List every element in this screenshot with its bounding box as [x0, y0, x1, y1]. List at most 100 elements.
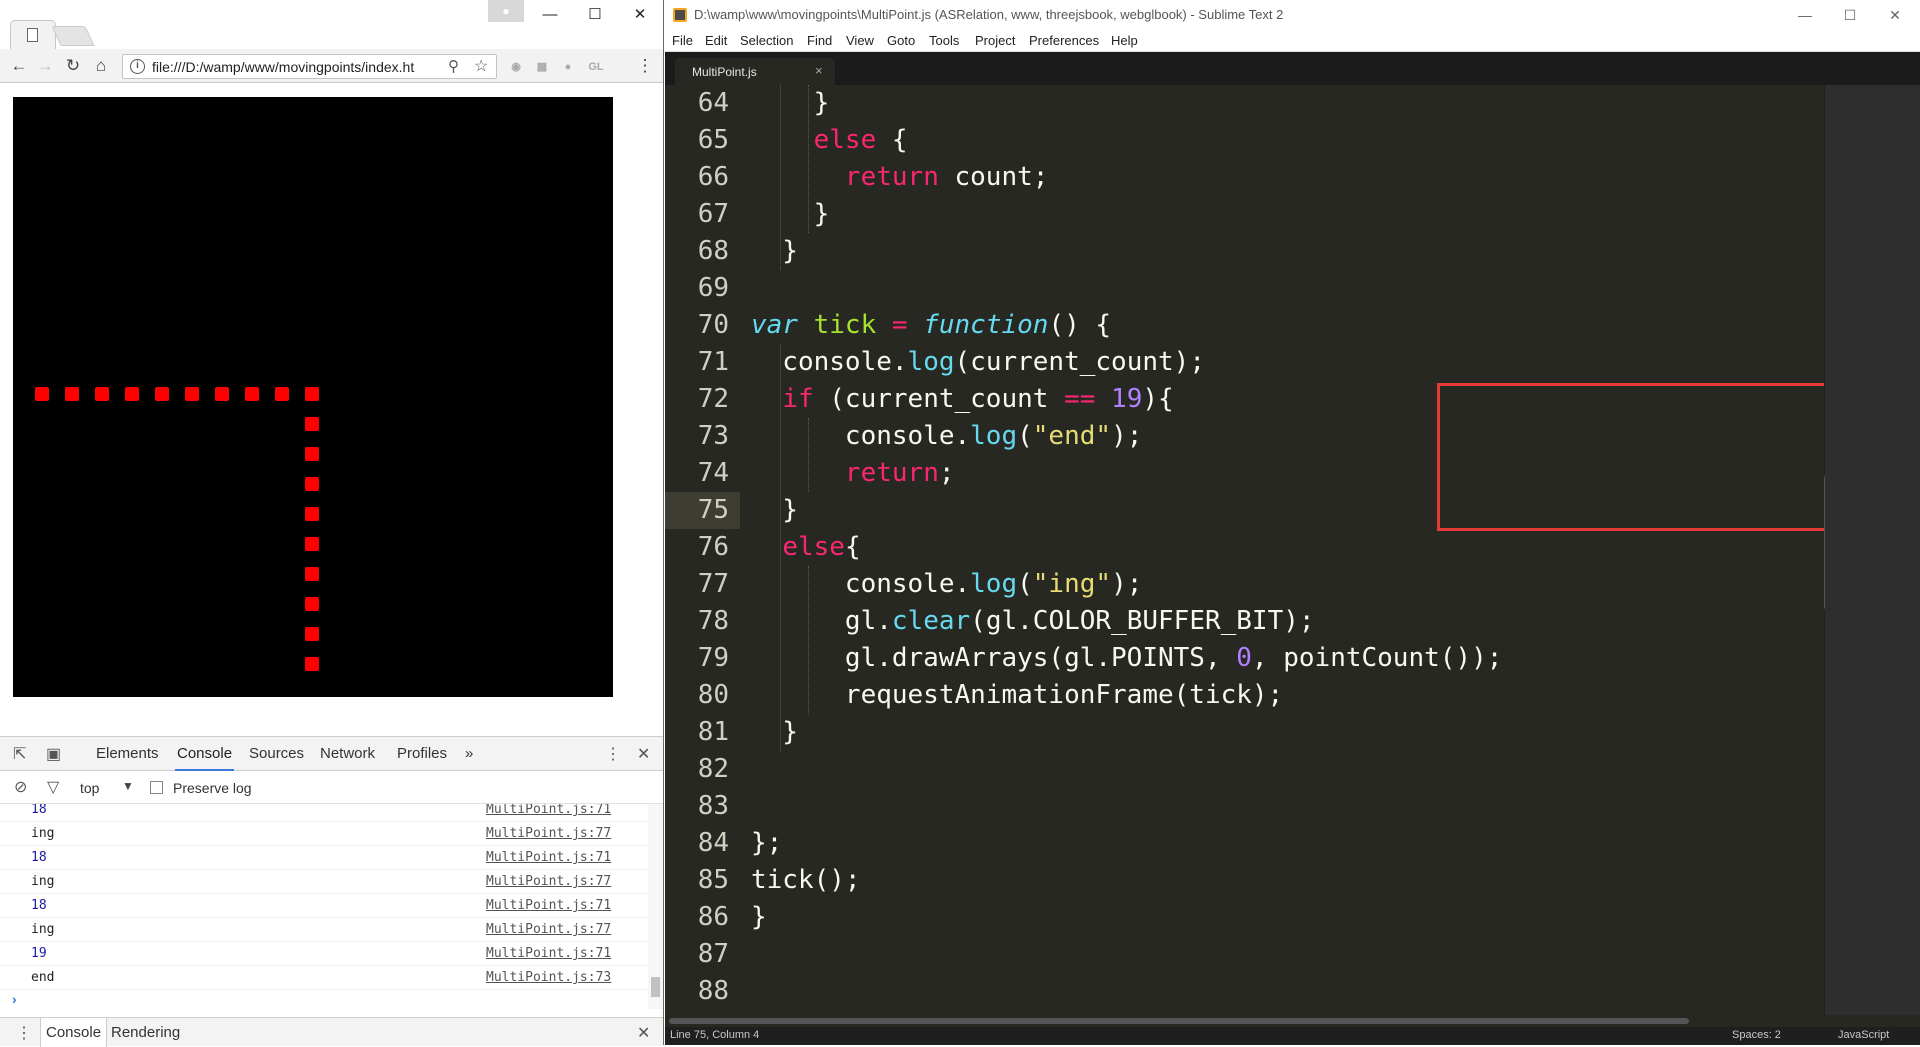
scrollbar-thumb[interactable]: [669, 1018, 1689, 1024]
drawer-menu-icon[interactable]: ⋮: [16, 1023, 32, 1043]
webgl-point: [305, 597, 319, 611]
url-text[interactable]: file:///D:/wamp/www/movingpoints/index.h…: [152, 59, 437, 75]
code-line[interactable]: }: [751, 899, 767, 936]
log-source-link[interactable]: MultiPoint.js:71: [486, 898, 611, 913]
address-bar[interactable]: i file:///D:/wamp/www/movingpoints/index…: [122, 54, 497, 79]
code-line[interactable]: gl.drawArrays(gl.POINTS, 0, pointCount()…: [751, 640, 1502, 677]
scrollbar-thumb[interactable]: [651, 977, 660, 997]
clear-console-icon[interactable]: ⊘: [14, 777, 27, 797]
syntax-status[interactable]: JavaScript: [1838, 1029, 1889, 1041]
code-line[interactable]: requestAnimationFrame(tick);: [751, 677, 1283, 714]
code-line[interactable]: else{: [751, 529, 860, 566]
code-line[interactable]: return;: [751, 455, 955, 492]
shield-extension-icon[interactable]: ◉: [508, 59, 524, 75]
log-source-link[interactable]: MultiPoint.js:77: [486, 874, 611, 889]
tab-sources[interactable]: Sources: [249, 745, 304, 762]
maximize-button[interactable]: ☐: [572, 0, 618, 30]
context-select[interactable]: top: [80, 780, 99, 796]
log-source-link[interactable]: MultiPoint.js:77: [486, 826, 611, 841]
maximize-button[interactable]: ☐: [1827, 0, 1873, 30]
close-button[interactable]: ✕: [617, 0, 663, 30]
menu-help[interactable]: Help: [1111, 33, 1138, 48]
minimap[interactable]: [1825, 85, 1920, 1015]
menu-edit[interactable]: Edit: [705, 33, 727, 48]
code-line[interactable]: }: [751, 85, 830, 122]
code-line[interactable]: console.log("end");: [751, 418, 1142, 455]
menu-find[interactable]: Find: [807, 33, 832, 48]
log-message: 18: [31, 804, 47, 817]
user-profile-icon[interactable]: ●: [488, 0, 524, 22]
tab-network[interactable]: Network: [320, 745, 375, 762]
log-source-link[interactable]: MultiPoint.js:71: [486, 946, 611, 961]
code-editor[interactable]: 64 65 66 67 68 69 70 71 72 73 74 75 76 77 78 79 80 81 82 83…: [665, 85, 1825, 1015]
code-line[interactable]: };: [751, 825, 782, 862]
indentation-status[interactable]: Spaces: 2: [1732, 1029, 1781, 1041]
code-line[interactable]: }: [751, 492, 798, 529]
log-message: 18: [31, 898, 47, 913]
webgl-point: [65, 387, 79, 401]
close-button[interactable]: ✕: [1872, 0, 1918, 30]
tab-profiles[interactable]: Profiles: [397, 745, 447, 762]
qr-extension-icon[interactable]: ▦: [534, 59, 550, 75]
minimize-button[interactable]: —: [527, 0, 573, 30]
preserve-log-checkbox[interactable]: [150, 781, 163, 794]
console-scrollbar[interactable]: [648, 804, 663, 1009]
code-line[interactable]: console.log("ing");: [751, 566, 1142, 603]
zoom-icon[interactable]: ⚲: [448, 57, 459, 75]
info-icon[interactable]: i: [130, 59, 145, 74]
devtools-menu-icon[interactable]: ⋮: [605, 744, 621, 764]
menu-icon[interactable]: ⋮: [634, 55, 656, 77]
line-number: 83: [697, 791, 729, 821]
inspect-element-icon[interactable]: ⇱: [13, 744, 26, 764]
code-line[interactable]: gl.clear(gl.COLOR_BUFFER_BIT);: [751, 603, 1315, 640]
more-tabs-icon[interactable]: »: [465, 745, 473, 762]
browser-toolbar: ← → ↻ ⌂ i file:///D:/wamp/www/movingpoin…: [0, 49, 663, 83]
menu-goto[interactable]: Goto: [887, 33, 915, 48]
back-icon[interactable]: ←: [8, 55, 30, 77]
log-source-link[interactable]: MultiPoint.js:77: [486, 922, 611, 937]
drawer-close-icon[interactable]: ✕: [637, 1023, 650, 1043]
menu-preferences[interactable]: Preferences: [1029, 33, 1099, 48]
devtools-close-icon[interactable]: ✕: [637, 744, 650, 764]
menu-selection[interactable]: Selection: [740, 33, 793, 48]
forward-icon[interactable]: →: [34, 55, 56, 77]
gl-extension-icon[interactable]: GL: [586, 59, 606, 75]
bookmark-star-icon[interactable]: ☆: [474, 56, 488, 76]
code-line[interactable]: tick();: [751, 862, 861, 899]
code-line[interactable]: else {: [751, 122, 908, 159]
code-line[interactable]: var tick = function() {: [751, 307, 1111, 344]
filter-icon[interactable]: ▽: [47, 777, 59, 797]
drawer-tab-rendering[interactable]: Rendering: [106, 1018, 185, 1047]
minimize-button[interactable]: —: [1782, 0, 1828, 30]
horizontal-scrollbar[interactable]: [669, 1015, 1819, 1027]
tab-console[interactable]: Console: [174, 745, 235, 771]
chevron-down-icon[interactable]: ▼: [122, 779, 134, 793]
console-prompt[interactable]: ›: [12, 991, 17, 1007]
line-number: 66: [697, 162, 729, 192]
code-line[interactable]: console.log(current_count);: [751, 344, 1205, 381]
code-line[interactable]: }: [751, 196, 830, 233]
webgl-point: [305, 537, 319, 551]
code-line[interactable]: }: [751, 233, 798, 270]
home-icon[interactable]: ⌂: [90, 55, 112, 77]
menu-file[interactable]: File: [672, 33, 693, 48]
device-toolbar-icon[interactable]: ▣: [46, 744, 61, 764]
code-line[interactable]: if (current_count == 19){: [751, 381, 1173, 418]
menu-tools[interactable]: Tools: [929, 33, 959, 48]
log-source-link[interactable]: MultiPoint.js:71: [486, 850, 611, 865]
tab-elements[interactable]: Elements: [96, 745, 159, 762]
list-item: 19 MultiPoint.js:71: [0, 942, 648, 966]
reload-icon[interactable]: ↻: [62, 55, 84, 77]
log-source-link[interactable]: MultiPoint.js:73: [486, 970, 611, 985]
tab-multipoint-js[interactable]: MultiPoint.js ×: [675, 58, 835, 85]
browser-tab[interactable]: [10, 20, 56, 49]
tab-close-icon[interactable]: ×: [815, 63, 823, 78]
log-source-link[interactable]: MultiPoint.js:71: [486, 804, 611, 817]
menu-view[interactable]: View: [846, 33, 874, 48]
new-tab-button[interactable]: [51, 26, 95, 46]
code-line[interactable]: }: [751, 714, 798, 751]
drawer-tab-console[interactable]: Console: [40, 1018, 108, 1047]
menu-project[interactable]: Project: [975, 33, 1015, 48]
globe-extension-icon[interactable]: ●: [560, 59, 576, 75]
code-line[interactable]: return count;: [751, 159, 1049, 196]
